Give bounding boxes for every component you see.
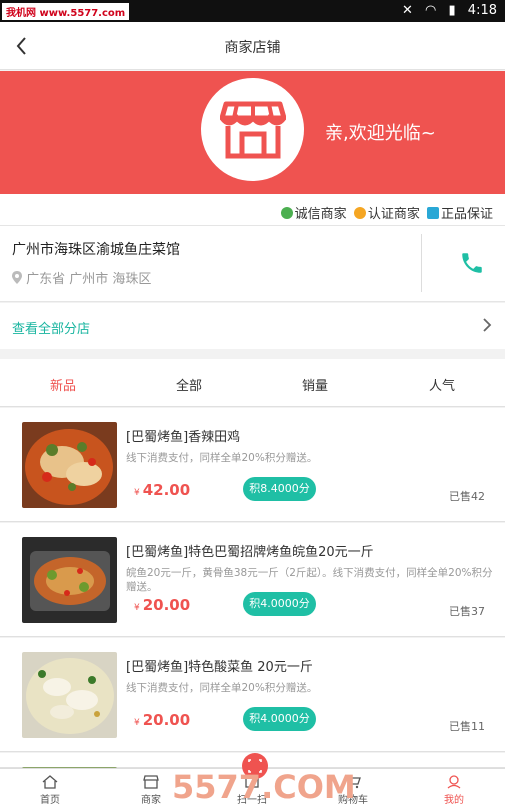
user-icon (447, 775, 461, 789)
wifi-icon: ◠ (425, 3, 437, 18)
sold-count: 已售37 (449, 605, 485, 618)
product-description: 皖鱼20元一斤，黄骨鱼38元一斤（2斤起）。线下消费支付，同样全单20%积分赠送… (126, 567, 493, 593)
certified-icon (353, 207, 366, 219)
product-name: [巴蜀烤鱼]特色巴蜀招牌烤鱼皖鱼20元一斤 (126, 545, 374, 560)
product-image (22, 422, 117, 508)
product-price: ¥20.00 (134, 596, 191, 614)
status-bar: 我机网 www.5577.com ✕ ◠ ▮ 4:18 (0, 0, 505, 22)
thumbs-up-icon (426, 207, 439, 219)
tab-all[interactable]: 全部 (126, 375, 252, 394)
top-nav-bar: 商家店铺 (0, 22, 505, 70)
sold-count: 已售42 (449, 490, 485, 503)
product-description: 线下消费支付，同样全单20%积分赠送。 (126, 452, 318, 464)
product-price: ¥42.00 (134, 481, 191, 499)
product-item[interactable]: [巴蜀烤鱼]香辣田鸡 线下消费支付，同样全单20%积分赠送。 ¥42.00 积8… (0, 408, 505, 522)
status-icons: ✕ ◠ ▮ 4:18 (394, 3, 497, 18)
battery-icon: ▮ (448, 3, 456, 18)
site-watermark: 我机网 www.5577.com (2, 3, 130, 20)
points-badge: 积8.4000分 (243, 477, 316, 501)
product-tabs: 新品 全部 销量 人气 (0, 359, 505, 407)
phone-icon[interactable] (459, 250, 485, 280)
tab-popularity[interactable]: 人气 (379, 375, 505, 394)
sold-count: 已售11 (449, 720, 485, 733)
tab-me[interactable]: 我的 (424, 775, 484, 806)
clock: 4:18 (467, 3, 497, 18)
mute-icon: ✕ (401, 3, 413, 18)
points-badge: 积4.0000分 (243, 592, 316, 616)
welcome-text: 亲,欢迎光临~ (325, 123, 436, 144)
check-icon (280, 207, 293, 219)
view-all-stores[interactable]: 查看全部分店 (0, 303, 505, 349)
product-description: 线下消费支付，同样全单20%积分赠送。 (126, 682, 318, 694)
product-item[interactable]: [巴蜀烤鱼]特色巴蜀招牌烤鱼皖鱼20元一斤 皖鱼20元一斤，黄骨鱼38元一斤（2… (0, 523, 505, 637)
points-badge: 积4.0000分 (243, 707, 316, 731)
chevron-right-icon (481, 315, 493, 340)
badge-certified: 认证商家 (353, 203, 420, 222)
brand-watermark: 5577.COM (172, 768, 356, 806)
product-item[interactable]: [巴蜀烤鱼]特色酸菜鱼 20元一斤 线下消费支付，同样全单20%积分赠送。 ¥2… (0, 638, 505, 752)
store-icon (220, 101, 286, 159)
location-pin-icon (12, 271, 22, 284)
store-icon-circle (201, 78, 304, 181)
badge-integrity: 诚信商家 (280, 203, 347, 222)
page-title: 商家店铺 (224, 40, 281, 56)
shop-icon (143, 775, 159, 789)
view-all-stores-label: 查看全部分店 (12, 322, 91, 337)
shop-banner: 亲,欢迎光临~ (0, 71, 505, 194)
product-image (22, 652, 117, 738)
product-name: [巴蜀烤鱼]香辣田鸡 (126, 430, 241, 445)
trust-badges: 诚信商家 认证商家 正品保证 (0, 194, 505, 226)
product-image (22, 537, 117, 623)
shop-name: 广州市海珠区渝城鱼庄菜馆 (12, 242, 180, 258)
shop-address: 广东省 广州市 海珠区 (12, 268, 151, 287)
product-name: [巴蜀烤鱼]特色酸菜鱼 20元一斤 (126, 660, 313, 675)
product-price: ¥20.00 (134, 711, 191, 729)
tab-home[interactable]: 首页 (20, 775, 80, 806)
tab-sales[interactable]: 销量 (252, 375, 378, 394)
shop-info: 广州市海珠区渝城鱼庄菜馆 广东省 广州市 海珠区 (0, 226, 505, 302)
tab-new[interactable]: 新品 (0, 375, 126, 394)
home-icon (42, 775, 58, 789)
divider (421, 234, 422, 292)
badge-genuine: 正品保证 (426, 203, 493, 222)
